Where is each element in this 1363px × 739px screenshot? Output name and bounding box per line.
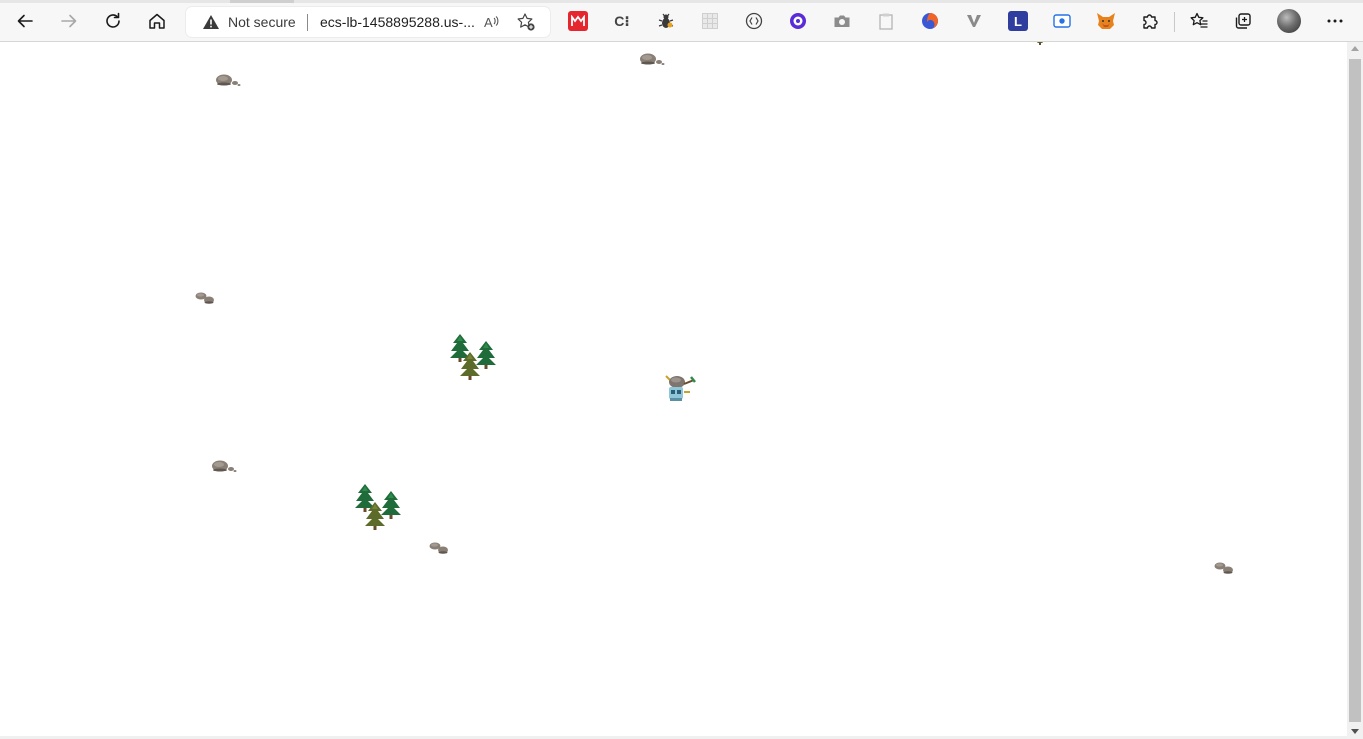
pine-tree	[476, 341, 496, 369]
vertical-scrollbar[interactable]	[1347, 42, 1363, 739]
purple-bot-extension-icon[interactable]	[788, 11, 808, 31]
avatar[interactable]	[1277, 9, 1301, 33]
star-plus-icon	[517, 13, 535, 31]
favorites-button[interactable]	[1185, 7, 1213, 35]
security-indicator[interactable]: Not secure	[202, 13, 296, 31]
forward-button[interactable]	[55, 7, 83, 35]
arrow-left-icon	[17, 14, 33, 28]
grid-extension-icon[interactable]	[700, 11, 720, 31]
active-tab-indicator	[230, 0, 294, 3]
scrollbar-thumb[interactable]	[1349, 59, 1361, 722]
red-m-extension-icon[interactable]	[568, 11, 588, 31]
clipboard-extension-icon[interactable]	[876, 11, 896, 31]
scroll-down-arrow-icon[interactable]	[1351, 729, 1359, 734]
rock-sprite	[212, 460, 237, 472]
extensions-button[interactable]	[1136, 7, 1164, 35]
scroll-up-arrow-icon[interactable]	[1351, 46, 1359, 51]
player-character[interactable]	[664, 372, 698, 404]
bug-extension-icon[interactable]	[656, 11, 676, 31]
rock-sprite	[1214, 562, 1233, 574]
tree-cluster-sprite	[355, 484, 401, 530]
refresh-icon	[106, 12, 120, 28]
toolbar-separator	[1174, 12, 1175, 32]
read-aloud-icon: A	[484, 15, 499, 30]
screen-record-extension-icon[interactable]	[1052, 11, 1072, 31]
url-text[interactable]: ecs-lb-1458895288.us-...	[320, 13, 475, 31]
puzzle-piece-icon	[1143, 14, 1158, 29]
warning-triangle-icon	[203, 15, 219, 29]
tab-strip	[0, 0, 1363, 3]
back-button[interactable]	[11, 7, 39, 35]
camera-extension-icon[interactable]	[832, 11, 852, 31]
c-dots-extension-label: C⁝	[614, 12, 630, 29]
security-label: Not secure	[228, 14, 296, 30]
home-button[interactable]	[143, 7, 171, 35]
address-divider	[307, 14, 308, 31]
browser-toolbar: Not secure ecs-lb-1458895288.us-... A C⁝…	[0, 0, 1363, 42]
rock-sprite	[195, 292, 214, 304]
tree-cluster-sprite	[450, 334, 496, 380]
fox-extension-icon[interactable]	[1096, 11, 1116, 31]
rock-sprite	[429, 542, 448, 554]
l-extension-icon[interactable]: L	[1008, 11, 1028, 31]
arrow-right-icon	[61, 14, 77, 28]
menu-button[interactable]	[1321, 7, 1349, 35]
pine-tree	[381, 491, 401, 519]
rock-sprite	[640, 53, 665, 65]
read-aloud-button[interactable]: A	[480, 10, 504, 34]
rock-sprite	[216, 74, 241, 86]
game-canvas[interactable]	[0, 42, 1347, 739]
add-favorite-button[interactable]	[514, 10, 538, 34]
c-dots-extension-icon[interactable]: C⁝	[612, 11, 632, 31]
firefox-style-extension-icon[interactable]	[920, 11, 940, 31]
star-list-icon	[1190, 12, 1208, 28]
more-dots-icon	[1327, 19, 1343, 23]
v-extension-icon[interactable]	[964, 11, 984, 31]
collections-button[interactable]	[1229, 7, 1257, 35]
collections-icon	[1235, 13, 1251, 29]
tree-sprite-partial	[1036, 42, 1044, 45]
address-bar[interactable]: Not secure ecs-lb-1458895288.us-... A	[186, 7, 550, 37]
svg-text:A: A	[484, 15, 493, 30]
bracket-extension-icon[interactable]	[744, 11, 764, 31]
refresh-button[interactable]	[99, 7, 127, 35]
home-icon	[149, 13, 165, 29]
l-extension-label: L	[1014, 13, 1022, 29]
